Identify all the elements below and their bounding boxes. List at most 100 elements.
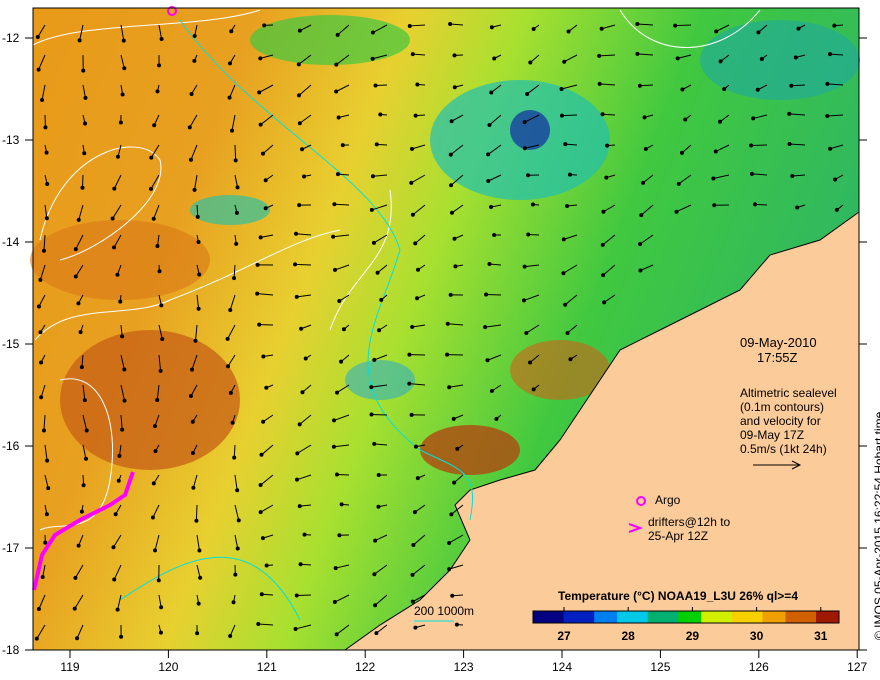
- colorbar-segment: [632, 611, 641, 623]
- arrow-head: [378, 112, 383, 117]
- arrow-head: [156, 578, 161, 583]
- velocity-arrow: [791, 84, 806, 87]
- arrow-head: [81, 483, 86, 488]
- colorbar-segment: [701, 611, 710, 623]
- arrow-head: [258, 483, 263, 488]
- arrow-head: [563, 142, 568, 147]
- arrow-head: [447, 385, 452, 390]
- lon-tick-label: 127: [847, 660, 868, 674]
- arrow-head: [369, 412, 374, 417]
- arrow-head: [676, 181, 681, 186]
- arrow-head: [113, 512, 118, 517]
- arrow-head: [158, 368, 163, 373]
- arrow-head: [373, 538, 378, 543]
- arrow-head: [376, 504, 381, 509]
- arrow-head: [331, 234, 336, 239]
- arrow-head: [528, 60, 533, 65]
- arrow-head: [713, 149, 718, 154]
- arrow-head: [120, 427, 125, 432]
- arrow-head: [522, 146, 527, 151]
- arrow-head: [372, 357, 377, 362]
- arrow-head: [492, 233, 497, 238]
- colorbar-segment: [601, 611, 610, 623]
- colorbar-segment: [670, 611, 679, 623]
- arrow-head: [228, 307, 233, 312]
- velocity-arrow: [675, 24, 692, 27]
- arrow-head: [260, 536, 265, 541]
- arrow-head: [756, 30, 761, 35]
- drifter-legend-label: drifters@12h to 25-Apr 12Z: [648, 515, 730, 543]
- arrow-head: [187, 125, 192, 130]
- colorbar-tick-label: 27: [557, 629, 571, 643]
- arrow-head: [39, 395, 44, 400]
- arrow-head: [601, 209, 606, 214]
- arrow-head: [489, 388, 494, 393]
- arrow-head: [563, 302, 568, 307]
- arrow-head: [834, 207, 839, 212]
- arrow-head: [332, 600, 337, 605]
- arrow-head: [230, 128, 235, 133]
- arrow-head: [562, 59, 567, 64]
- arrow-head: [115, 272, 120, 277]
- arrow-head: [373, 603, 378, 608]
- colorbar-segment: [808, 611, 817, 623]
- arrow-head: [264, 385, 269, 390]
- drifter-line: drifters@12h to: [648, 515, 731, 529]
- arrow-head: [160, 336, 165, 341]
- arrow-head: [159, 605, 164, 610]
- arrow-head: [196, 240, 201, 245]
- arrow-head: [825, 113, 830, 118]
- arrow-head: [832, 23, 837, 28]
- velocity-arrow: [486, 293, 502, 296]
- arrow-head: [410, 572, 415, 577]
- arrow-head: [526, 232, 531, 237]
- colorbar-segment: [578, 611, 588, 623]
- colorbar-segment: [770, 611, 779, 623]
- arrow-head: [790, 174, 795, 179]
- arrow-head: [410, 325, 415, 330]
- arrow-head: [447, 567, 452, 572]
- arrow-head: [193, 338, 198, 343]
- arrow-head: [561, 237, 566, 242]
- arrow-head: [407, 381, 412, 386]
- arrow-head: [372, 441, 377, 446]
- arrow-head: [643, 146, 648, 151]
- colorbar-segment: [747, 611, 756, 623]
- arrow-head: [407, 352, 412, 357]
- arrow-head: [450, 593, 455, 598]
- arrow-head: [256, 621, 261, 626]
- arrow-head: [410, 146, 415, 151]
- velocity-arrow: [295, 263, 312, 266]
- arrow-head: [370, 30, 375, 35]
- colorbar-segment: [816, 611, 825, 623]
- note-line: and velocity for: [740, 414, 821, 428]
- arrow-head: [120, 334, 125, 339]
- arrow-head: [195, 631, 200, 636]
- arrow-head: [565, 331, 570, 336]
- arrow-head: [157, 269, 162, 274]
- lon-tick-label: 125: [650, 660, 671, 674]
- colorbar-tick-label: 29: [685, 629, 700, 643]
- arrow-head: [228, 390, 233, 395]
- lat-tick-label: -18: [2, 643, 20, 657]
- arrow-head: [73, 274, 78, 279]
- arrow-head: [795, 205, 800, 210]
- arrow-head: [298, 562, 303, 567]
- arrow-head: [377, 328, 382, 333]
- arrow-head: [489, 205, 494, 210]
- colorbar-segment: [647, 611, 656, 623]
- arrow-head: [641, 180, 646, 185]
- arrow-head: [341, 327, 346, 332]
- arrow-head: [45, 181, 50, 186]
- colorbar-segment: [762, 611, 771, 623]
- lat-tick-label: -15: [2, 337, 20, 351]
- arrow-head: [192, 58, 197, 63]
- arrow-head: [79, 365, 84, 370]
- arrow-head: [833, 177, 838, 182]
- lon-tick-label: 126: [748, 660, 769, 674]
- arrow-head: [335, 32, 340, 37]
- arrow-head: [561, 271, 566, 276]
- colorbar-segment: [693, 611, 702, 623]
- colorbar-segment: [785, 611, 794, 623]
- arrow-head: [82, 151, 87, 156]
